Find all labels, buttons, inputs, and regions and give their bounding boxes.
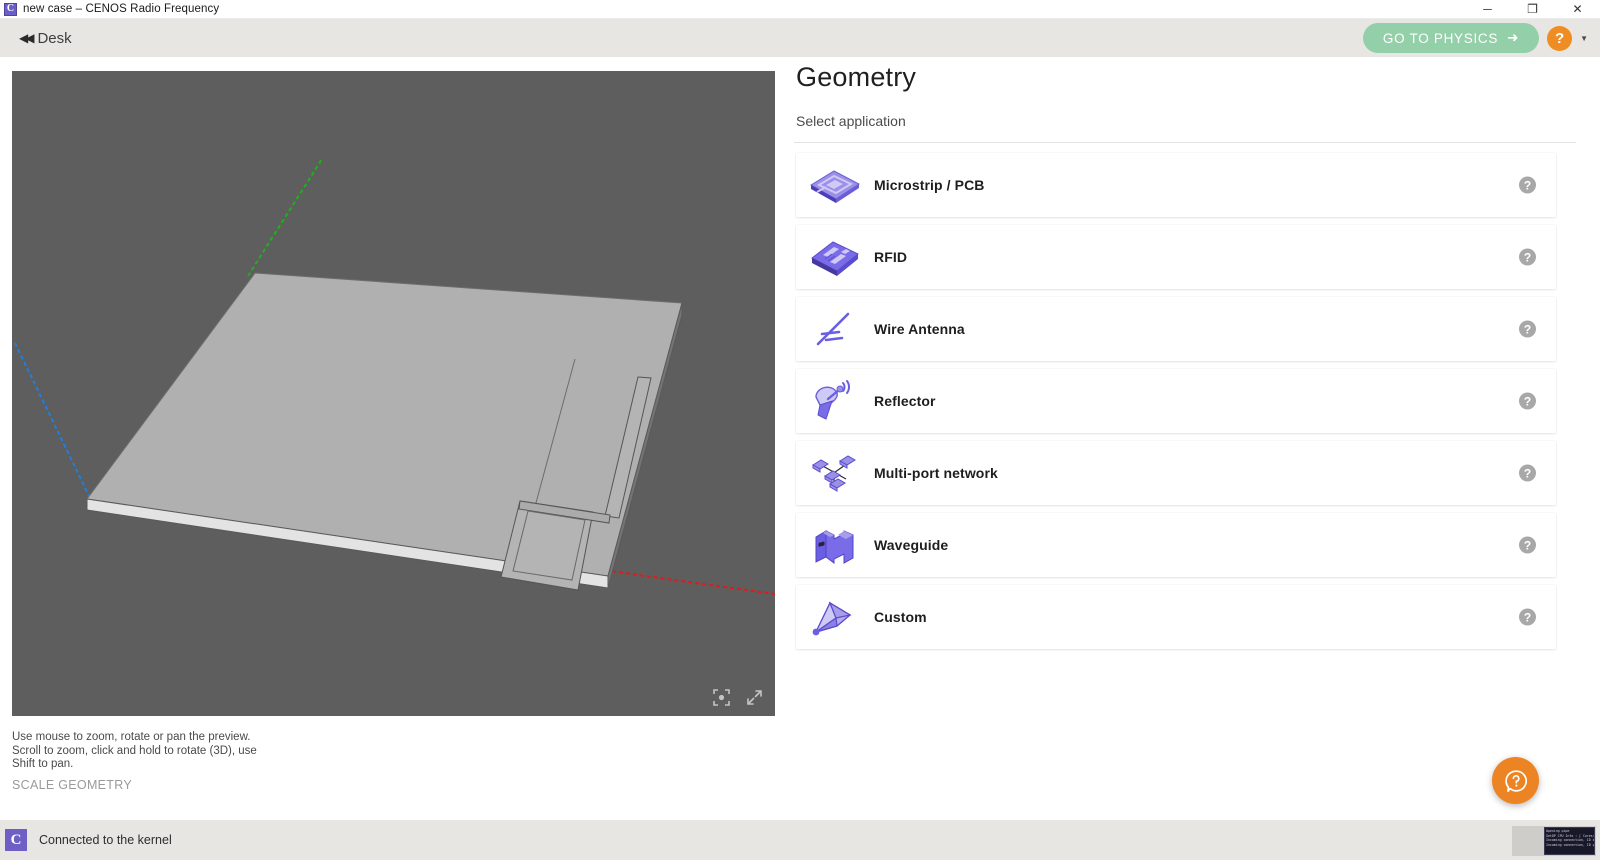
reflector-dish-icon: [796, 369, 874, 433]
application-label: Custom: [874, 609, 927, 625]
help-badge-icon[interactable]: ?: [1547, 25, 1573, 51]
go-to-physics-label: GO TO PHYSICS: [1382, 30, 1499, 46]
application-window: C new case – CENOS Radio Frequency ─ ❐ ✕…: [0, 0, 1600, 860]
application-row-rfid[interactable]: RFID ?: [796, 225, 1556, 289]
waveguide-icon: [796, 513, 874, 577]
back-arrow-icon: ◀◀: [19, 31, 35, 45]
hint-line-1: Use mouse to zoom, rotate or pan the pre…: [12, 731, 251, 743]
status-bar: C Connected to the kernel Opening pipe G…: [0, 820, 1600, 860]
rfid-icon: [796, 225, 874, 289]
wire-antenna-icon: [796, 297, 874, 361]
row-help-icon[interactable]: ?: [1519, 536, 1536, 554]
pcb-top-face: [86, 272, 683, 577]
application-list: Microstrip / PCB ? RFID ? Wire Antenna ?…: [790, 153, 1590, 649]
hint-line-3: Shift to pan.: [12, 758, 74, 771]
y-axis-line: [247, 158, 323, 277]
geometry-preview-panel: [12, 71, 775, 716]
window-title: new case – CENOS Radio Frequency: [23, 3, 220, 15]
minimize-button[interactable]: ─: [1465, 0, 1510, 19]
chevron-down-icon[interactable]: ▼: [1580, 34, 1588, 43]
page-title: Geometry: [796, 62, 917, 92]
toolbar-right-group: GO TO PHYSICS ➜ ? ▼: [1362, 23, 1588, 53]
application-label: Multi-port network: [874, 465, 998, 481]
window-titlebar: C new case – CENOS Radio Frequency ─ ❐ ✕: [0, 0, 1600, 19]
viewport-hint-text: Use mouse to zoom, rotate or pan the pre…: [12, 731, 432, 772]
app-toolbar: ◀◀ Desk GO TO PHYSICS ➜ ? ▼: [0, 19, 1600, 57]
multi-port-network-icon: [796, 441, 874, 505]
kernel-status-text: Connected to the kernel: [39, 833, 172, 847]
application-row-microstrip-pcb[interactable]: Microstrip / PCB ?: [796, 153, 1556, 217]
maximize-button[interactable]: ❐: [1510, 0, 1555, 19]
geometry-panel: Geometry Select application Microstrip /…: [790, 62, 1590, 762]
application-label: Microstrip / PCB: [874, 177, 985, 193]
row-help-icon[interactable]: ?: [1519, 176, 1536, 194]
go-to-physics-button[interactable]: GO TO PHYSICS ➜: [1362, 23, 1540, 53]
scale-geometry-link[interactable]: SCALE GEOMETRY: [12, 778, 132, 792]
help-bubble-icon: [1504, 769, 1527, 792]
panel-divider: [794, 142, 1576, 143]
kernel-logo-icon: C: [5, 829, 27, 851]
window-controls: ─ ❐ ✕: [1465, 0, 1600, 19]
row-help-icon[interactable]: ?: [1519, 464, 1536, 482]
cenos-logo-icon: C: [4, 2, 17, 16]
application-row-waveguide[interactable]: Waveguide ?: [796, 513, 1556, 577]
microstrip-pcb-icon: [796, 153, 874, 217]
application-label: Reflector: [874, 393, 936, 409]
application-label: Waveguide: [874, 537, 949, 553]
console-thumbnail[interactable]: Opening pipe GetDP CPU Info : [ Cores: 2…: [1512, 826, 1596, 856]
row-help-icon[interactable]: ?: [1519, 392, 1536, 410]
application-row-custom[interactable]: Custom ?: [796, 585, 1556, 649]
arrow-right-icon: ➜: [1507, 30, 1520, 45]
3d-model-canvas: [14, 158, 775, 595]
back-to-desk-label: Desk: [37, 29, 72, 47]
center-view-icon[interactable]: [713, 689, 730, 706]
row-help-icon[interactable]: ?: [1519, 608, 1536, 626]
application-row-wire-antenna[interactable]: Wire Antenna ?: [796, 297, 1556, 361]
row-help-icon[interactable]: ?: [1519, 248, 1536, 266]
viewport-controls: [713, 689, 763, 706]
application-label: Wire Antenna: [874, 321, 965, 337]
hint-line-2: Scroll to zoom, click and hold to rotate…: [12, 744, 257, 757]
fullscreen-icon[interactable]: [746, 689, 763, 706]
custom-cone-icon: [796, 585, 874, 649]
3d-viewport[interactable]: [12, 71, 775, 716]
z-axis-line: [14, 342, 91, 499]
console-output: Opening pipe GetDP CPU Info : [ Cores: 2…: [1544, 827, 1595, 855]
application-row-reflector[interactable]: Reflector ?: [796, 369, 1556, 433]
back-to-desk-button[interactable]: ◀◀ Desk: [14, 27, 77, 50]
console-line: Incoming connection, ID pol: [1546, 843, 1595, 848]
application-label: RFID: [874, 249, 908, 265]
row-help-icon[interactable]: ?: [1519, 320, 1536, 338]
close-button[interactable]: ✕: [1555, 0, 1600, 19]
application-row-multi-port-network[interactable]: Multi-port network ?: [796, 441, 1556, 505]
help-chat-button[interactable]: [1492, 757, 1539, 804]
panel-subtitle: Select application: [796, 113, 906, 129]
